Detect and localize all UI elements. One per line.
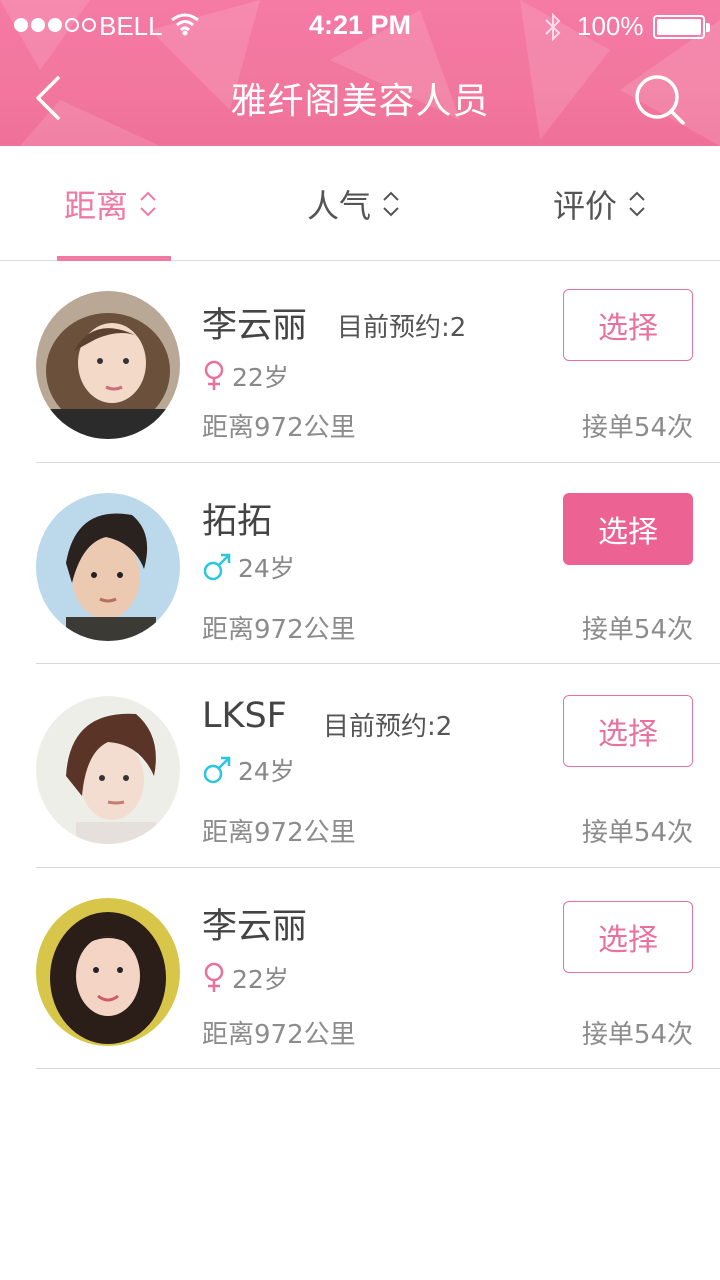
distance-label: 距离972公里 [202, 818, 356, 848]
search-button[interactable] [630, 70, 690, 130]
orders-count: 接单54次 [581, 818, 693, 848]
select-button[interactable]: 选择 [563, 901, 693, 973]
staff-name: 李云丽 [202, 907, 308, 947]
list-item[interactable]: 李云丽 22岁 距离972公里 接单54次 选择 [36, 868, 720, 1069]
orders-count: 接单54次 [581, 615, 693, 645]
sort-caret-icon [140, 191, 156, 216]
age-label: 24岁 [238, 757, 295, 786]
header-bar: BELL 4:21 PM 100% 雅纤阁美容人员 [0, 0, 720, 146]
staff-name: 拓拓 [202, 502, 273, 542]
sort-caret-icon [383, 191, 399, 216]
appointment-count: 目前预约:2 [323, 712, 453, 742]
status-bar: BELL 4:21 PM 100% [0, 0, 720, 52]
female-icon [204, 360, 224, 390]
tab-popularity[interactable]: 人气 [307, 146, 401, 261]
orders-count: 接单54次 [581, 413, 693, 443]
page-title: 雅纤阁美容人员 [230, 81, 490, 122]
age-label: 22岁 [232, 363, 289, 392]
gender-age: 24岁 [202, 549, 295, 585]
age-label: 22岁 [232, 965, 289, 994]
female-icon [204, 962, 224, 992]
avatar[interactable] [36, 493, 180, 641]
age-label: 24岁 [238, 554, 295, 583]
tab-rating[interactable]: 评价 [553, 146, 647, 261]
battery-icon [653, 15, 710, 39]
appointment-count: 目前预约:2 [337, 313, 467, 343]
male-icon [203, 756, 231, 784]
avatar[interactable] [36, 291, 180, 439]
tab-label: 评价 [553, 186, 618, 225]
list-item[interactable]: 李云丽 目前预约:2 22岁 距离972公里 接单54次 选择 [36, 261, 720, 463]
gender-age: 22岁 [202, 960, 289, 996]
search-icon [635, 75, 685, 125]
staff-name: 李云丽 [202, 306, 308, 346]
bluetooth-icon [545, 12, 561, 42]
distance-label: 距离972公里 [202, 615, 356, 645]
distance-label: 距离972公里 [202, 1020, 356, 1050]
select-button[interactable]: 选择 [563, 695, 693, 767]
male-icon [203, 553, 231, 581]
sort-tabs: 距离 人气 评价 [0, 146, 720, 261]
select-button[interactable]: 选择 [563, 289, 693, 361]
orders-count: 接单54次 [581, 1020, 693, 1050]
list-item[interactable]: 拓拓 24岁 距离972公里 接单54次 选择 [36, 463, 720, 664]
tab-label: 人气 [307, 186, 372, 225]
distance-label: 距离972公里 [202, 413, 356, 443]
select-button[interactable]: 选择 [563, 493, 693, 565]
staff-name: LKSF [202, 696, 287, 736]
gender-age: 22岁 [202, 358, 289, 394]
battery-percent: 100% [577, 11, 644, 41]
tab-distance[interactable]: 距离 [64, 146, 158, 261]
tab-label: 距离 [64, 186, 129, 225]
gender-age: 24岁 [202, 752, 295, 788]
sort-caret-icon [629, 191, 645, 216]
avatar[interactable] [36, 898, 180, 1046]
list-item[interactable]: LKSF 目前预约:2 24岁 距离972公里 接单54次 选择 [36, 664, 720, 868]
avatar[interactable] [36, 696, 180, 844]
